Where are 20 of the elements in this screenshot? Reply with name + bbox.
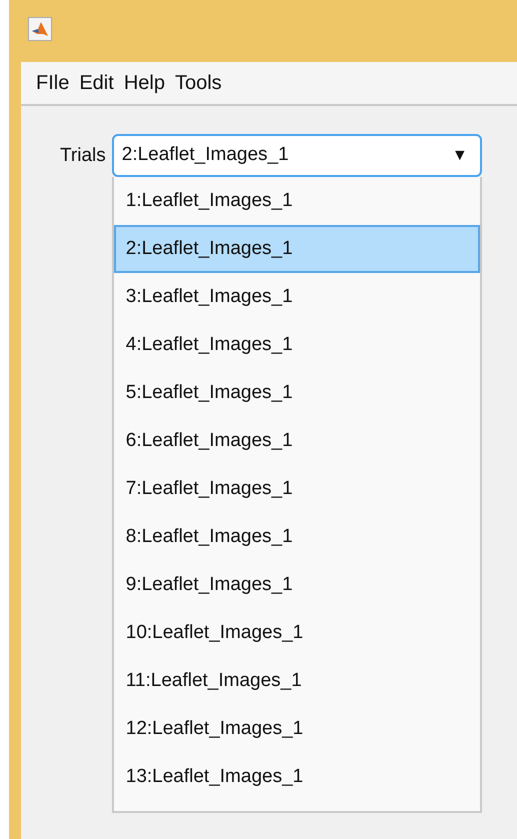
dropdown-option[interactable]: 5:Leaflet_Images_1: [114, 369, 480, 417]
menu-item[interactable]: Help: [124, 68, 165, 98]
trials-label: Trials: [60, 144, 106, 168]
dropdown-option[interactable]: 6:Leaflet_Images_1: [114, 417, 480, 465]
app-icon: [28, 17, 52, 41]
menu-item[interactable]: FIle: [36, 68, 70, 98]
dropdown-option[interactable]: 13:Leaflet_Images_1: [114, 753, 480, 801]
dropdown-option[interactable]: 9:Leaflet_Images_1: [114, 561, 480, 609]
dropdown-option[interactable]: 10:Leaflet_Images_1: [114, 609, 480, 657]
dropdown-option[interactable]: 8:Leaflet_Images_1: [114, 513, 480, 561]
dropdown-option[interactable]: 12:Leaflet_Images_1: [114, 705, 480, 753]
dropdown-option[interactable]: 7:Leaflet_Images_1: [114, 465, 480, 513]
dropdown-option[interactable]: 4:Leaflet_Images_1: [114, 321, 480, 369]
dropdown-option[interactable]: 1:Leaflet_Images_1: [114, 177, 480, 225]
dropdown-option[interactable]: 11:Leaflet_Images_1: [114, 657, 480, 705]
menu-item[interactable]: Edit: [79, 68, 114, 98]
dropdown-option[interactable]: 3:Leaflet_Images_1: [114, 273, 480, 321]
trials-dropdown[interactable]: 2:Leaflet_Images_1 ▼: [112, 134, 482, 177]
dropdown-option[interactable]: 2:Leaflet_Images_1: [114, 225, 480, 273]
menu-item[interactable]: Tools: [174, 68, 222, 98]
